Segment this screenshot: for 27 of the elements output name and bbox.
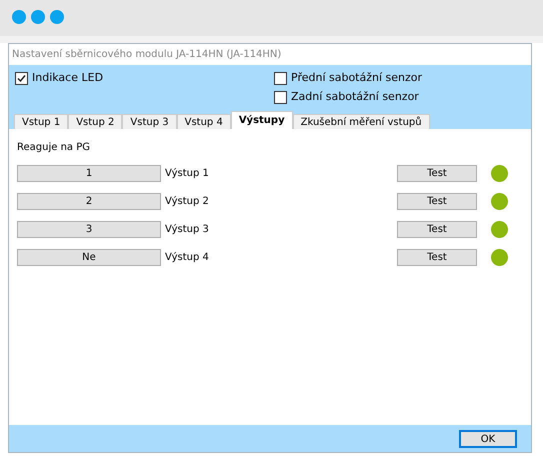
checkbox-label: Přední sabotážní senzor [291,70,422,86]
output-label: Výstup 2 [165,194,210,208]
test-button[interactable]: Test [397,192,477,210]
checkbox-label: Zadní sabotážní senzor [291,88,419,105]
pg-select-button[interactable]: 3 [17,220,161,238]
test-button[interactable]: Test [397,248,477,266]
tab[interactable]: Vstup 3 [122,114,177,129]
ok-button[interactable]: OK [459,430,517,448]
test-button[interactable]: Test [397,164,477,182]
checkbox[interactable] [15,72,28,84]
output-label: Výstup 4 [165,250,210,264]
tab[interactable]: Výstupy [230,111,293,129]
tab[interactable]: Vstup 2 [68,114,122,129]
tab[interactable]: Vstup 1 [14,114,68,129]
pg-select-button[interactable]: 2 [17,192,161,210]
checkbox-label: Indikace LED [32,70,104,86]
checkbox[interactable] [274,72,287,84]
pg-select-button[interactable]: Ne [17,248,161,266]
tab[interactable]: Vstup 4 [176,114,231,129]
output-label: Výstup 1 [165,166,210,180]
pg-select-button[interactable]: 1 [17,164,161,182]
test-button[interactable]: Test [397,220,477,238]
section-label: Reaguje na PG [17,141,91,155]
checkbox[interactable] [274,90,287,104]
output-label: Výstup 3 [165,222,210,236]
tab[interactable]: Zkušební měření vstupů [292,114,430,129]
checkmark-icon [17,74,26,82]
